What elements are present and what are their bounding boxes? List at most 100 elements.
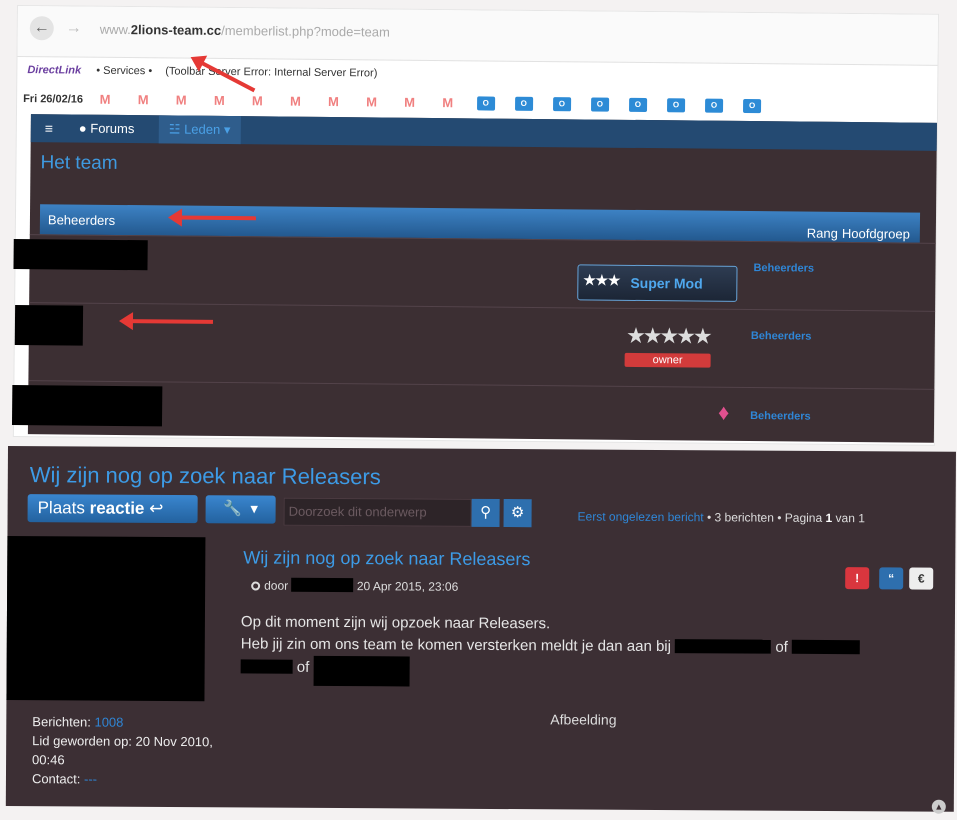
gmail-icon[interactable]: M	[134, 92, 152, 107]
outlook-icon[interactable]: O	[514, 96, 533, 111]
post-content: Op dit moment zijn wij opzoek naar Relea…	[240, 611, 941, 689]
posts-value[interactable]: 1008	[94, 715, 123, 730]
pagination: Eerst ongelezen bericht • 3 berichten • …	[578, 509, 865, 525]
bookmarks-date: Fri 26/02/16	[23, 92, 84, 106]
page-prefix: Pagina	[784, 510, 823, 525]
nav-leden-label: Leden	[184, 121, 221, 137]
group-link[interactable]: Beheerders	[753, 262, 814, 275]
arrow-annotation	[177, 215, 256, 221]
scroll-top-icon[interactable]: ▲	[931, 799, 946, 814]
gmail-icon[interactable]: M	[324, 94, 342, 109]
search-input[interactable]: Doorzoek dit onderwerp	[283, 497, 472, 527]
post-title[interactable]: Wij zijn nog op zoek naar Releasers	[243, 547, 530, 570]
redacted-username	[11, 384, 163, 427]
team-page: ≡ ● Forums ☳ Leden ▾ Het team Beheerders…	[11, 114, 937, 444]
menu-icon[interactable]: ≡	[45, 120, 53, 136]
rank-header: Rang	[806, 225, 838, 241]
redacted-link	[313, 655, 410, 687]
tools-button[interactable]: 🔧 ▾	[205, 495, 276, 524]
table-row: ★★★ Super Mod Beheerders	[13, 234, 936, 312]
post-line-of: of	[775, 638, 788, 656]
url-domain: 2lions-team.cc	[130, 22, 222, 38]
post-meta: door 20 Apr 2015, 23:06	[251, 577, 459, 594]
euro-icon[interactable]: €	[909, 567, 934, 590]
outlook-icon[interactable]: O	[628, 97, 648, 113]
nav-leden[interactable]: ☳ Leden ▾	[158, 115, 241, 145]
browser-address-bar: ← → www.2lions-team.cc/memberlist.php?mo…	[17, 6, 938, 66]
back-icon[interactable]: ←	[29, 16, 54, 41]
forum-navbar: ≡ ● Forums ☳ Leden ▾	[30, 114, 937, 151]
search-icon[interactable]: ⚲	[471, 498, 500, 528]
arrow-annotation	[128, 319, 213, 324]
star-icon: ★★★	[582, 272, 620, 290]
toolbar-services[interactable]: • Services •	[96, 65, 152, 78]
rank-label: Super Mod	[630, 274, 703, 292]
redacted-username	[14, 304, 84, 346]
nav-forums-label: Forums	[90, 120, 135, 137]
group-link[interactable]: Beheerders	[750, 410, 811, 423]
group-header: Beheerders	[47, 212, 116, 228]
outlook-icon[interactable]: O	[476, 96, 495, 111]
reply-icon: ↩	[149, 498, 164, 518]
attachment-label[interactable]: Afbeelding	[550, 711, 616, 727]
profile-posts: Berichten: 1008	[32, 712, 222, 732]
gem-icon: ♦	[718, 399, 730, 425]
post-icon	[251, 581, 261, 591]
profile-joined: Lid geworden op: 20 Nov 2010, 00:46	[32, 731, 222, 770]
wrench-icon: 🔧	[223, 500, 243, 518]
rank-label: owner	[624, 352, 711, 368]
gear-icon[interactable]: ⚙	[503, 499, 532, 528]
rank-badge: ★★★★★ owner	[603, 321, 733, 374]
page-number: 1	[825, 510, 833, 526]
contact-value[interactable]: ---	[84, 771, 97, 786]
url-prefix: www.	[99, 21, 131, 38]
post-date: 20 Apr 2015, 23:06	[356, 579, 459, 594]
reply-prefix: Plaats	[37, 498, 90, 518]
unread-link[interactable]: Eerst ongelezen bericht	[578, 509, 704, 524]
outlook-icon[interactable]: O	[705, 98, 724, 113]
redacted-username	[13, 238, 148, 271]
profile-info: Berichten: 1008 Lid geworden op: 20 Nov …	[32, 712, 222, 789]
gmail-icon[interactable]: M	[172, 93, 190, 108]
posts-label: Berichten:	[32, 714, 91, 730]
report-icon[interactable]: !	[845, 567, 870, 590]
url-path: /memberlist.php?mode=team	[221, 22, 390, 40]
outlook-icon[interactable]: O	[552, 97, 571, 112]
post-reply-button[interactable]: Plaats reactie ↩	[27, 494, 198, 524]
group-link[interactable]: Beheerders	[751, 330, 812, 343]
page-total: van 1	[835, 511, 865, 526]
team-screenshot: ← → www.2lions-team.cc/memberlist.php?mo…	[11, 6, 938, 445]
joined-label: Lid geworden op:	[32, 733, 132, 749]
gmail-icon[interactable]: M	[401, 95, 419, 110]
post-line-text: Heb jij zin om ons team te komen verster…	[240, 635, 672, 656]
outlook-icon[interactable]: O	[743, 98, 762, 114]
gmail-icon[interactable]: M	[210, 93, 228, 108]
contact-label: Contact:	[31, 771, 81, 787]
table-row: ♦ Beheerders	[11, 380, 935, 444]
outlook-icon[interactable]: O	[666, 98, 686, 113]
quote-icon[interactable]: “	[879, 567, 904, 590]
nav-forums[interactable]: ● Forums	[79, 121, 135, 137]
outlook-icon[interactable]: O	[590, 97, 609, 112]
post-line-3: of	[240, 655, 941, 689]
page-title: Het team	[40, 152, 118, 174]
gmail-icon[interactable]: M	[248, 93, 266, 108]
post-line-of: of	[296, 658, 310, 676]
gmail-icon[interactable]: M	[96, 92, 114, 107]
url-field[interactable]: www.2lions-team.cc/memberlist.php?mode=t…	[100, 22, 390, 40]
post-count: • 3 berichten •	[706, 510, 782, 525]
gmail-icon[interactable]: M	[362, 94, 380, 109]
reply-bold: reactie	[89, 498, 145, 518]
star-icon: ★★★★★	[625, 322, 710, 349]
post-author-label: door	[264, 578, 289, 593]
redacted-link	[240, 659, 293, 674]
main-group-header: Hoofdgroep	[841, 225, 910, 242]
toolbar-logo[interactable]: DirectLink	[27, 64, 81, 77]
forward-icon[interactable]: →	[62, 16, 86, 40]
gmail-icon[interactable]: M	[439, 95, 457, 110]
gmail-icon[interactable]: M	[286, 94, 304, 109]
avatar	[6, 535, 206, 702]
redacted-link	[791, 639, 861, 655]
topic-title[interactable]: Wij zijn nog op zoek naar Releasers	[30, 462, 381, 490]
profile-contact: Contact: ---	[32, 769, 222, 789]
